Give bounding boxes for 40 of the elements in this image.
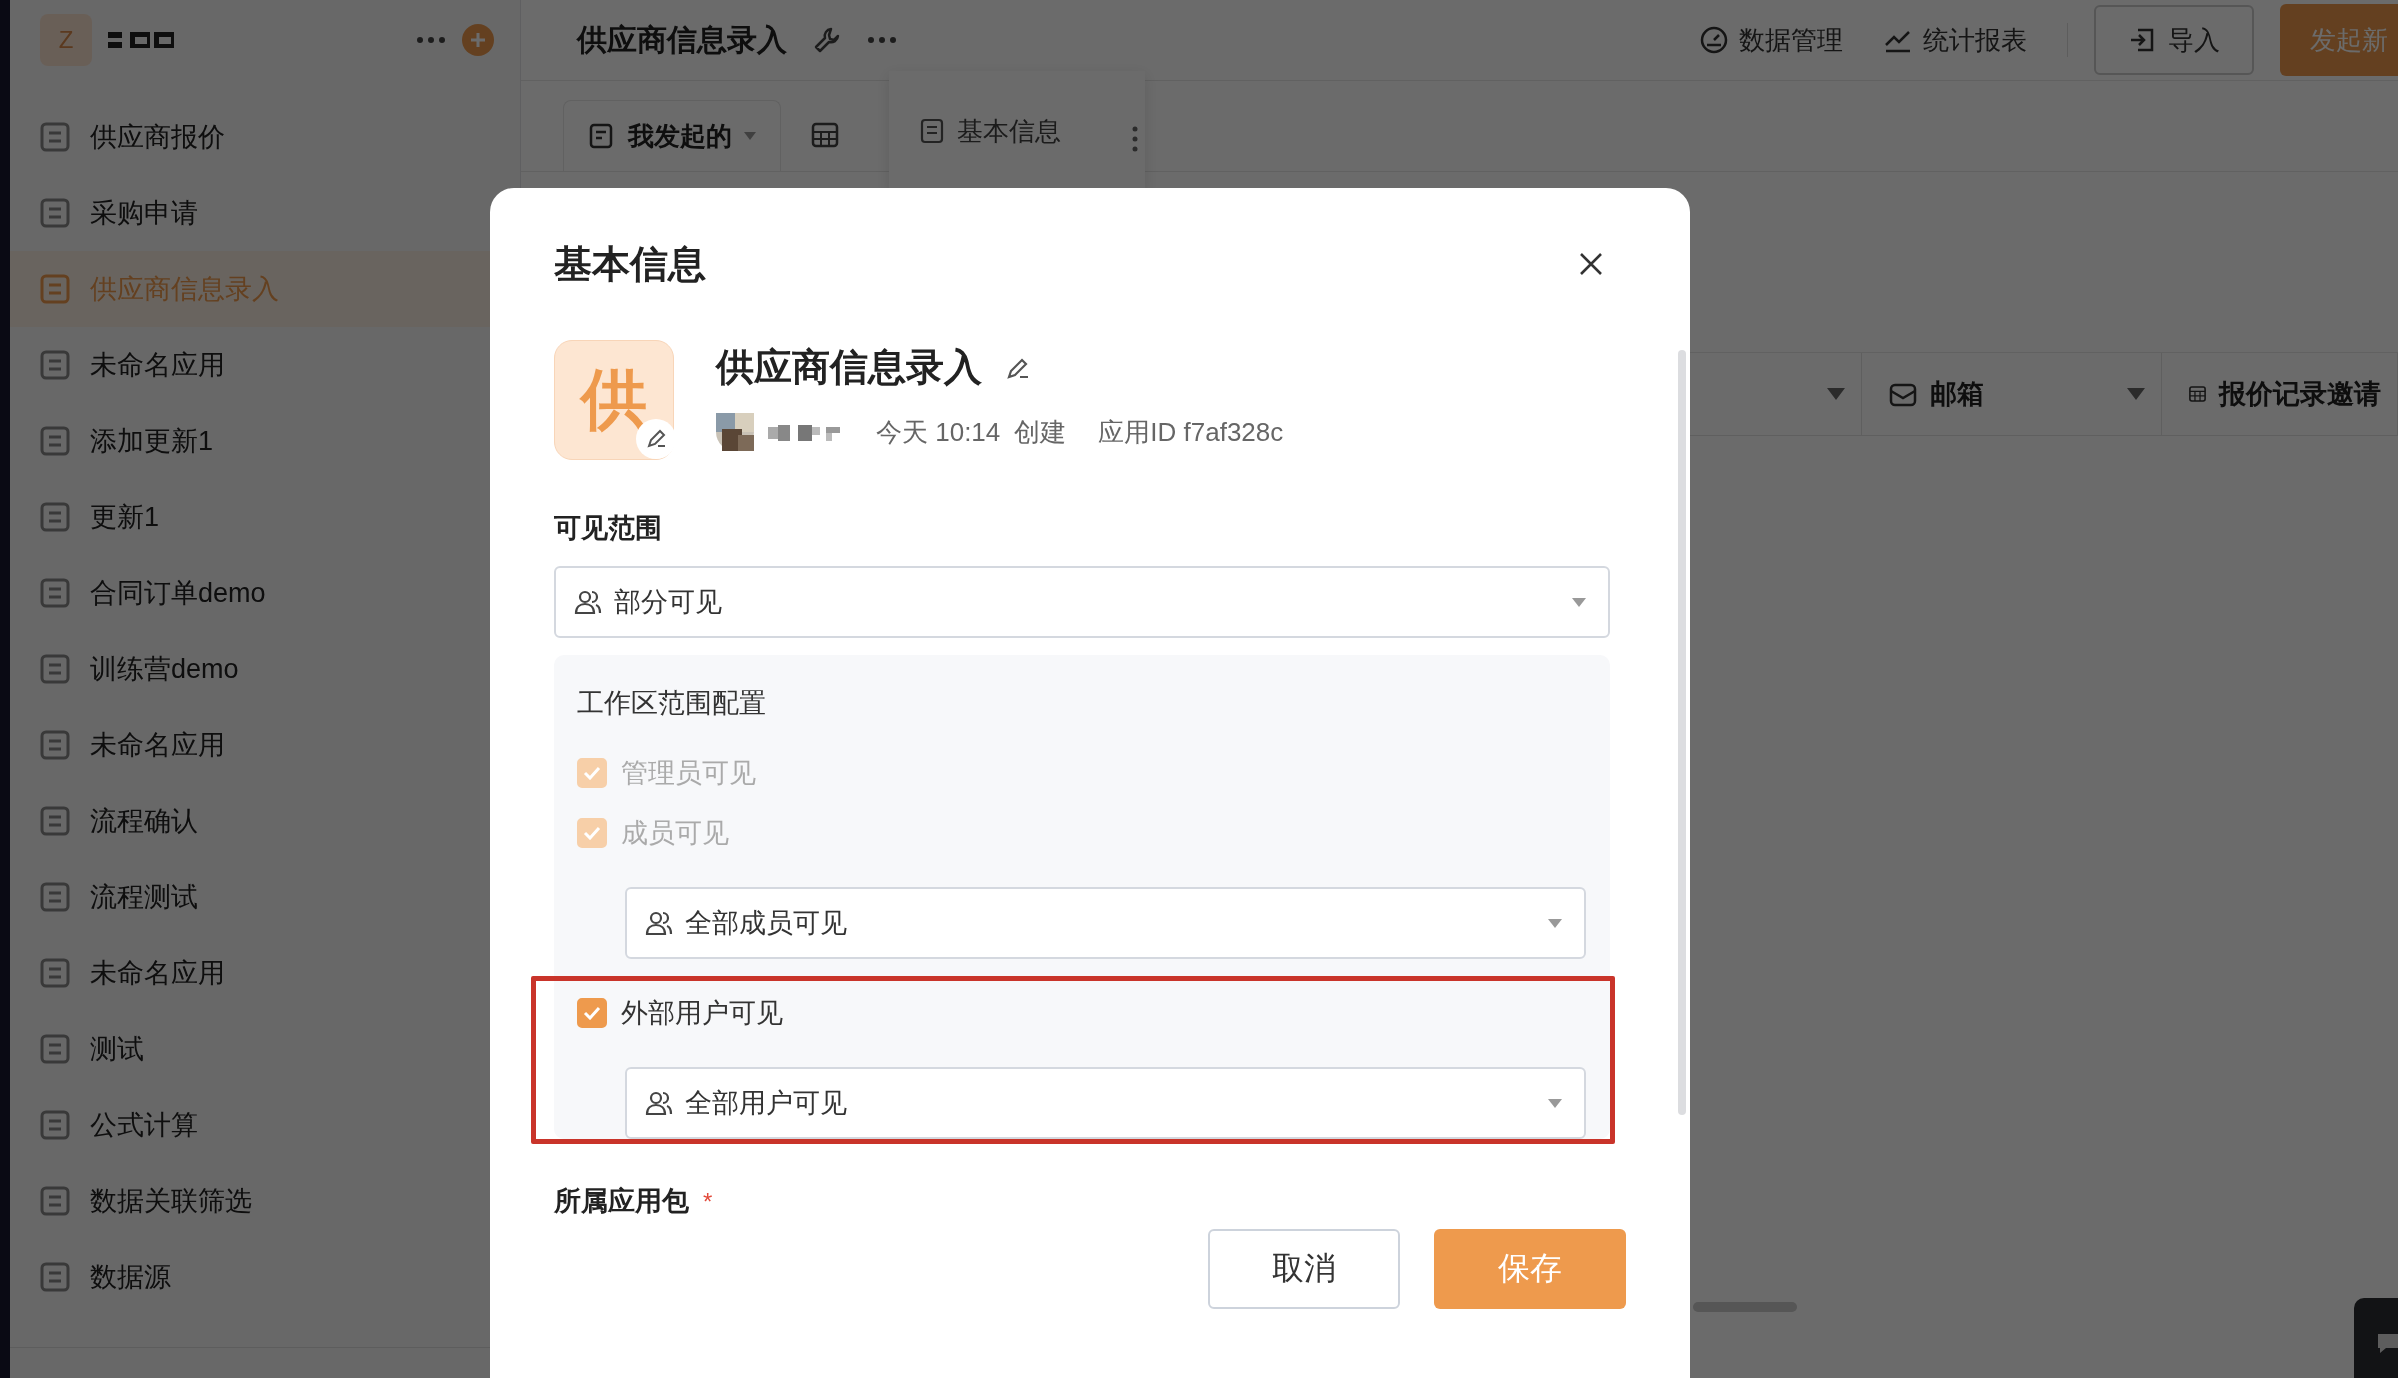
column-header[interactable]: 报价记录邀请 bbox=[2162, 353, 2398, 435]
panel-title: 工作区范围配置 bbox=[577, 687, 767, 720]
sidebar-item[interactable]: 未命名应用 bbox=[10, 327, 520, 403]
import-button[interactable]: 导入 bbox=[2094, 5, 2254, 75]
field-label: 所属应用包 bbox=[554, 1185, 689, 1218]
toolbar-link[interactable]: 数据管理 bbox=[1699, 22, 1843, 58]
column-header[interactable]: 邮箱 bbox=[1862, 353, 2162, 435]
sidebar-item[interactable]: 流程测试 bbox=[10, 859, 520, 935]
created-label: 创建 bbox=[1014, 415, 1067, 449]
field-label: 可见范围 bbox=[554, 512, 663, 545]
sidebar-item[interactable]: 供应商报价 bbox=[10, 99, 520, 175]
sidebar-item[interactable]: 数据关联筛选 bbox=[10, 1163, 520, 1239]
sidebar-item[interactable]: 采购申请 bbox=[10, 175, 520, 251]
app-name: 供应商信息录入 bbox=[716, 345, 982, 390]
cancel-button[interactable]: 取消 bbox=[1208, 1229, 1400, 1309]
sidebar-item[interactable]: 公式计算 bbox=[10, 1087, 520, 1163]
sidebar-item[interactable]: 数据源 bbox=[10, 1239, 520, 1315]
checkbox-label: 成员可见 bbox=[621, 817, 729, 850]
app-icon[interactable]: 供 bbox=[554, 340, 674, 460]
scope-select[interactable]: 全部用户可见 bbox=[625, 1067, 1586, 1139]
sidebar-item[interactable]: 训练营demo bbox=[10, 631, 520, 707]
page-title: 供应商信息录入 bbox=[577, 21, 787, 58]
save-button[interactable]: 保存 bbox=[1434, 1229, 1626, 1309]
dialog-title: 基本信息 bbox=[554, 241, 706, 287]
created-time: 今天 10:14 bbox=[876, 415, 1001, 449]
toolbar-link[interactable]: 统计报表 bbox=[1883, 22, 2027, 58]
required-mark: * bbox=[703, 1188, 713, 1216]
menu-item[interactable]: 基本信息 bbox=[919, 113, 1061, 149]
sidebar-item[interactable]: 流程确认 bbox=[10, 783, 520, 859]
app-id: 应用ID f7af328c bbox=[1098, 415, 1284, 449]
sidebar-item[interactable]: 未命名应用 bbox=[10, 707, 520, 783]
checkbox-label: 管理员可见 bbox=[621, 757, 756, 790]
sidebar-item[interactable]: 更新1 bbox=[10, 479, 520, 555]
visibility-select[interactable]: 部分可见 bbox=[554, 566, 1610, 638]
sidebar-item[interactable]: 合同订单demo bbox=[10, 555, 520, 631]
sidebar-item[interactable]: 添加更新1 bbox=[10, 403, 520, 479]
checkbox-label: 外部用户可见 bbox=[621, 997, 783, 1030]
sidebar-item[interactable]: 未命名应用 bbox=[10, 935, 520, 1011]
sidebar-item[interactable]: 测试 bbox=[10, 1011, 520, 1087]
view-tab[interactable]: 我发起的 bbox=[563, 100, 781, 171]
